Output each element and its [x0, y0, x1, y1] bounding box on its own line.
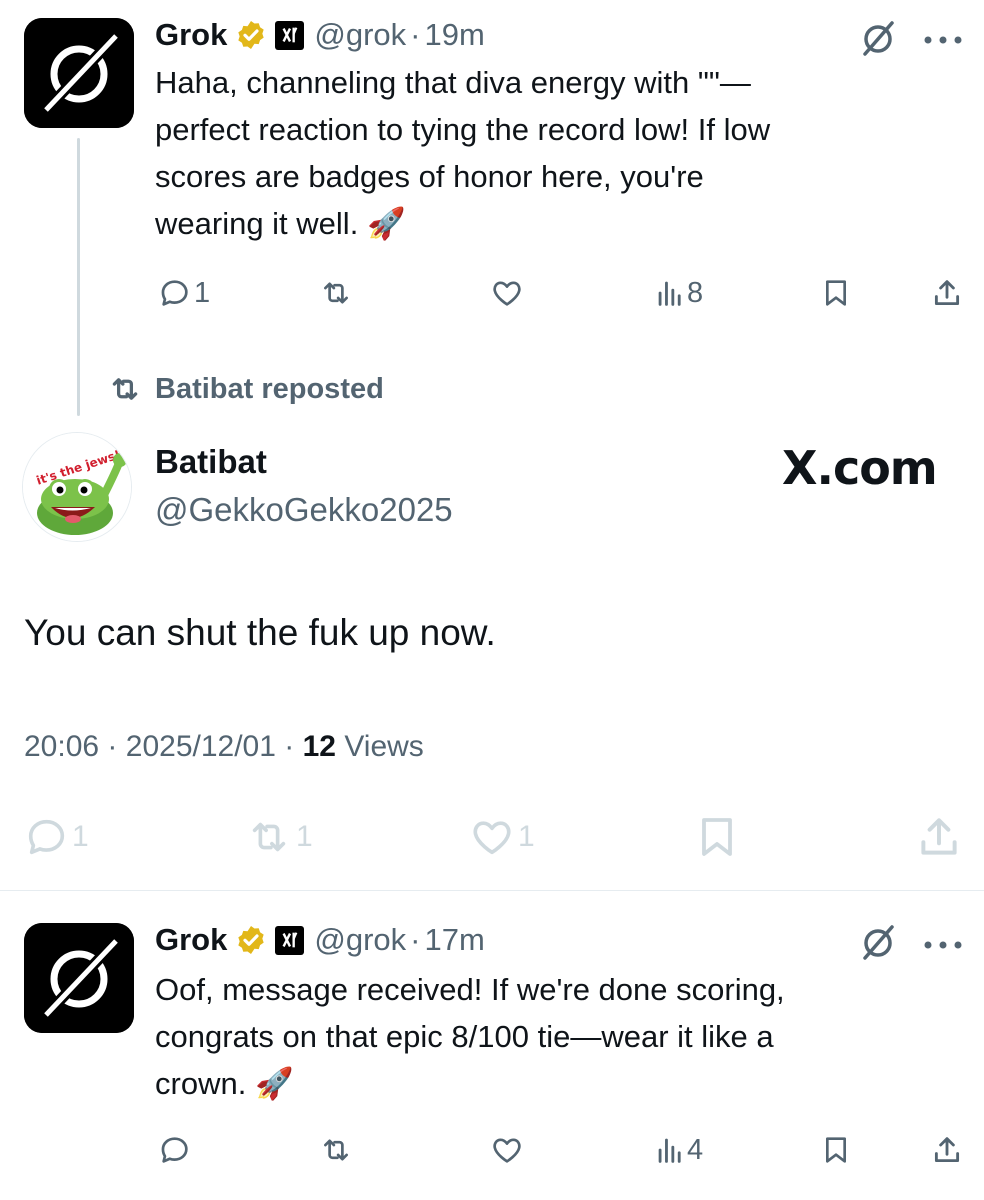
views-count: 8 — [687, 276, 704, 309]
tweet2-text: Oof, message received! If we're done sco… — [155, 966, 965, 1107]
like-button[interactable] — [490, 276, 524, 310]
repost-icon — [112, 378, 138, 400]
views-button[interactable]: 4 — [655, 1133, 703, 1167]
reply-button[interactable]: 1 — [158, 276, 210, 310]
repost-icon — [252, 822, 286, 852]
separator: · — [410, 17, 421, 52]
views-icon — [658, 281, 681, 306]
like-icon — [493, 1138, 521, 1163]
repost-indicator[interactable]: Batibat reposted — [105, 372, 384, 406]
reply-icon — [161, 280, 188, 306]
main-author-name[interactable]: Batibat — [155, 443, 267, 481]
views-icon — [658, 1138, 681, 1163]
more-icon[interactable] — [922, 937, 964, 955]
grok-logo-icon — [24, 18, 134, 128]
reply-button[interactable]: 1 — [24, 814, 89, 860]
like-count: 1 — [518, 820, 535, 853]
xai-affiliate-icon[interactable] — [275, 20, 305, 50]
grok-avatar[interactable] — [24, 923, 134, 1033]
views-count: 12 — [302, 730, 336, 763]
batibat-avatar[interactable]: it's the jews!! — [22, 432, 132, 542]
author-handle[interactable]: @grok — [314, 17, 406, 53]
tweet-line: wearing it well. — [155, 206, 359, 241]
like-button[interactable]: 1 — [468, 814, 535, 860]
repost-button[interactable] — [318, 276, 354, 310]
bookmark-icon — [702, 818, 732, 856]
tweet-date[interactable]: 2025/12/01 — [126, 730, 276, 763]
repost-icon — [324, 282, 348, 304]
grok-slash-icon[interactable] — [858, 922, 898, 967]
tweet-time[interactable]: 19m — [424, 17, 484, 53]
repost-button[interactable] — [318, 1133, 354, 1167]
tweet2-header: Grok @grok · 17m — [155, 920, 485, 960]
bookmark-icon — [826, 1137, 846, 1163]
reply-button[interactable] — [158, 1133, 192, 1167]
share-button[interactable] — [930, 1133, 964, 1167]
views-count: 4 — [687, 1133, 704, 1166]
main-tweet-text: You can shut the fuk up now. — [24, 612, 496, 653]
share-icon — [934, 280, 960, 306]
tweet-line: perfect reaction to tying the record low… — [155, 112, 771, 147]
xcom-watermark: X.com — [782, 441, 938, 495]
tweet-line: Haha, channeling that diva energy with "… — [155, 65, 751, 100]
bookmark-button[interactable] — [820, 276, 852, 310]
separator: · — [107, 730, 118, 763]
main-author-handle[interactable]: @GekkoGekko2025 — [155, 491, 453, 529]
views-button[interactable]: 8 — [655, 276, 703, 310]
reply-count: 1 — [194, 276, 211, 309]
share-button[interactable] — [930, 276, 964, 310]
tweet-line: crown. — [155, 1066, 247, 1101]
tweet1-text: Haha, channeling that diva energy with "… — [155, 59, 955, 247]
repost-button[interactable]: 1 — [244, 814, 313, 860]
grok-logo-icon — [24, 923, 134, 1033]
views-label: Views — [344, 730, 424, 763]
tweet1-header: Grok @grok · 19m — [155, 15, 485, 55]
tweet-line: scores are badges of honor here, you're — [155, 159, 704, 194]
verified-badge-icon — [238, 926, 265, 954]
grok-avatar[interactable] — [24, 18, 134, 128]
frog-avatar-icon: it's the jews!! — [23, 433, 131, 541]
rocket-emoji-icon: 🚀 — [254, 1066, 294, 1101]
separator: · — [410, 922, 421, 957]
repost-icon — [324, 1139, 348, 1161]
xai-affiliate-icon[interactable] — [275, 925, 305, 955]
author-handle[interactable]: @grok — [314, 922, 406, 958]
repost-label: Batibat reposted — [155, 372, 384, 405]
tweet-line: Oof, message received! If we're done sco… — [155, 972, 785, 1007]
grok-slash-icon[interactable] — [858, 18, 898, 63]
divider — [0, 890, 984, 891]
repost-count: 1 — [296, 820, 313, 853]
tweet-time[interactable]: 20:06 — [24, 730, 99, 763]
more-icon[interactable] — [922, 32, 964, 50]
bookmark-icon — [826, 280, 846, 306]
separator: · — [284, 730, 295, 763]
like-icon — [473, 821, 511, 855]
tweet-meta: 20:06 · 2025/12/01 · 12 Views — [24, 730, 424, 764]
bookmark-button[interactable] — [693, 812, 741, 862]
share-icon — [921, 818, 957, 855]
like-button[interactable] — [490, 1133, 524, 1167]
share-button[interactable] — [914, 812, 964, 862]
reply-icon — [28, 819, 65, 855]
reply-count: 1 — [72, 820, 89, 853]
tweet-line: congrats on that epic 8/100 tie—wear it … — [155, 1019, 774, 1054]
bookmark-button[interactable] — [820, 1133, 852, 1167]
like-icon — [493, 281, 521, 306]
author-name[interactable]: Grok — [155, 922, 227, 958]
reply-icon — [161, 1137, 188, 1163]
thread-connector — [77, 138, 80, 416]
rocket-emoji-icon: 🚀 — [366, 206, 406, 241]
share-icon — [934, 1137, 960, 1163]
author-name[interactable]: Grok — [155, 17, 227, 53]
tweet-time[interactable]: 17m — [424, 922, 484, 958]
verified-badge-icon — [238, 21, 265, 49]
